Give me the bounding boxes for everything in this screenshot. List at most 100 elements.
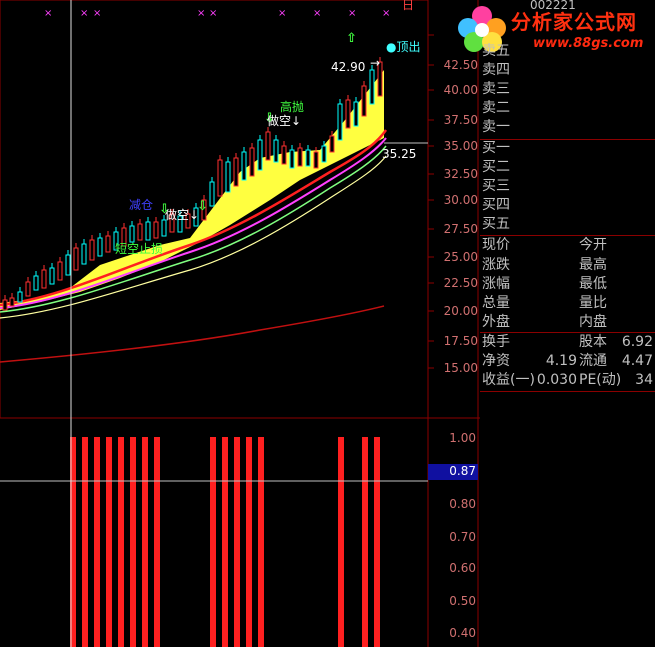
candle — [2, 299, 8, 311]
candle — [137, 223, 143, 241]
candle — [313, 151, 319, 169]
price-axis-label: 32.50 — [443, 167, 478, 181]
svg-text:×: × — [93, 8, 101, 19]
candle — [361, 85, 367, 117]
candle — [305, 149, 311, 167]
indicator-bar — [82, 437, 88, 647]
top-out-label: ●顶出 — [386, 40, 421, 54]
indicator-bar — [338, 437, 344, 647]
svg-text:×: × — [80, 8, 88, 19]
candle — [49, 267, 55, 285]
indicator-bar — [118, 437, 124, 647]
indicator-axis-label: 0.80 — [449, 497, 476, 511]
candle — [217, 159, 223, 197]
candle — [265, 131, 271, 161]
svg-text:×: × — [348, 8, 356, 19]
svg-text:×: × — [209, 8, 217, 19]
candle — [369, 69, 375, 105]
candle — [337, 103, 343, 141]
svg-text:×: × — [44, 8, 52, 19]
candle — [329, 135, 335, 153]
candle — [41, 269, 47, 289]
quote-row: 总量 量比 — [482, 295, 607, 311]
price-axis-label: 20.00 — [443, 304, 478, 318]
buy-row: 买三 — [482, 178, 510, 194]
indicator-current-value: 0.87 — [449, 464, 476, 478]
crosshair-price-label: 35.25 — [382, 147, 417, 161]
candle — [289, 149, 295, 169]
indicator-bar — [142, 437, 148, 647]
candle — [97, 237, 103, 257]
buy-row: 买一 — [482, 140, 510, 156]
price-axis-label: 40.00 — [443, 83, 478, 97]
candle — [153, 221, 159, 239]
svg-text:⇧: ⇧ — [346, 31, 357, 46]
candle — [9, 297, 15, 307]
svg-text:×: × — [197, 8, 205, 19]
indicator-bars — [70, 437, 380, 647]
candle — [257, 139, 263, 171]
indicator-bar — [210, 437, 216, 647]
high-price-label: 42.90 — [331, 60, 366, 74]
indicator-axis-label: 0.70 — [449, 530, 476, 544]
candle — [209, 181, 215, 207]
candle — [81, 243, 87, 265]
candle — [353, 101, 359, 127]
svg-text:×: × — [278, 8, 286, 19]
indicator-axis-label: 0.60 — [449, 561, 476, 575]
sell-row: 卖三 — [482, 81, 510, 97]
price-ticks — [428, 34, 434, 369]
kline-chart[interactable]: × × × × × × × × × ⇧ ⇩ ⇩ ⇩ — [0, 0, 480, 647]
high-price-arrow: → — [370, 56, 381, 70]
indicator-bar — [222, 437, 228, 647]
candle — [145, 221, 151, 241]
candle — [281, 145, 287, 165]
candle — [297, 147, 303, 167]
candle — [25, 281, 31, 297]
candle — [73, 247, 79, 271]
period-marker: 日 — [402, 0, 415, 12]
jiancang-label: 减仓 — [129, 198, 154, 212]
extra-bottom-divider — [480, 391, 655, 392]
indicator-bar — [234, 437, 240, 647]
kankong-label-2: 做空↓ — [165, 208, 200, 222]
ma-green-line — [0, 145, 387, 313]
candle — [273, 139, 279, 163]
candle — [225, 161, 231, 193]
sell-row: 卖五 — [482, 43, 510, 59]
extra-row: 净资 4.19 流通 4.47 — [482, 353, 653, 369]
price-axis-label: 37.50 — [443, 113, 478, 127]
price-axis-label: 35.00 — [443, 139, 478, 153]
logo-name: 分析家公式网 — [511, 10, 637, 34]
indicator-bar — [246, 437, 252, 647]
candle — [233, 157, 239, 187]
candle — [249, 147, 255, 177]
price-axis-label: 42.50 — [443, 58, 478, 72]
top-markers: × × × × × × × × × — [44, 8, 390, 19]
sell-row: 卖四 — [482, 62, 510, 78]
price-axis-label: 25.00 — [443, 250, 478, 264]
indicator-bar — [106, 437, 112, 647]
candle — [33, 275, 39, 291]
price-axis-label: 27.50 — [443, 222, 478, 236]
zhisun-label: 短空止损 — [115, 242, 164, 256]
indicator-bar — [362, 437, 368, 647]
extra-row: 收益(一) 0.030 PE(动) 34 — [482, 372, 653, 388]
price-axis-label: 22.50 — [443, 276, 478, 290]
ma-long-line — [0, 305, 385, 363]
candle — [321, 145, 327, 163]
quote-row: 现价 今开 — [482, 237, 607, 253]
svg-text:×: × — [313, 8, 321, 19]
sell-row: 卖二 — [482, 100, 510, 116]
candle — [17, 291, 23, 303]
extra-row: 换手 股本 6.92 — [482, 334, 653, 350]
candle — [89, 239, 95, 261]
indicator-bar — [154, 437, 160, 647]
price-axis-label: 30.00 — [443, 193, 478, 207]
buy-row: 买四 — [482, 197, 510, 213]
buy-row: 买五 — [482, 216, 510, 232]
indicator-bar — [374, 437, 380, 647]
price-axis-label: 15.00 — [443, 361, 478, 375]
kankong-label-1: 做空↓ — [267, 114, 302, 128]
candle — [65, 254, 71, 276]
